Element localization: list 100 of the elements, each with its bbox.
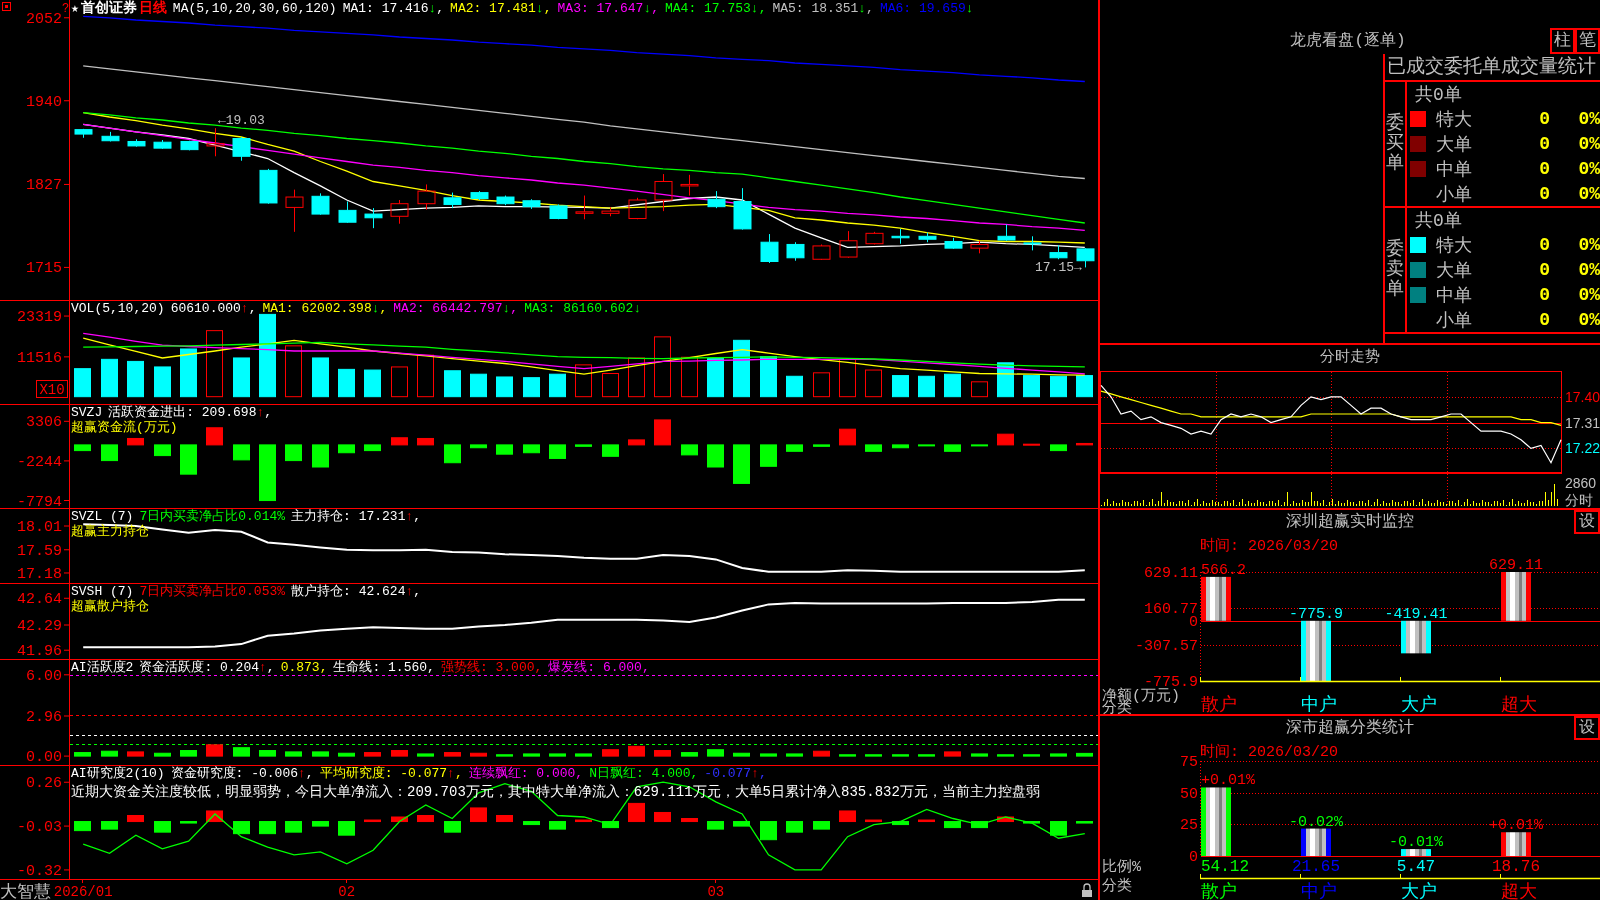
activity-bar (602, 749, 619, 757)
fund-flow-bar (285, 444, 302, 462)
research-bar (918, 819, 935, 823)
research-bar (1023, 821, 1040, 824)
candlestick (443, 192, 462, 209)
axis-title: 分类 (1102, 878, 1132, 895)
chart-mode-button[interactable]: 笔 (1575, 28, 1600, 54)
volume-bar (417, 354, 434, 398)
settings-button[interactable]: 设 (1574, 510, 1600, 534)
order-share: 0% (1578, 183, 1600, 204)
research-bar (839, 810, 856, 823)
indicator-title: 超赢散户持仓 (71, 599, 149, 614)
help-icon[interactable]: ? (62, 2, 70, 16)
bar (1501, 832, 1531, 856)
bar (1301, 828, 1331, 856)
order-count: 0 (1539, 158, 1550, 179)
research-bar (549, 821, 566, 830)
order-share: 0% (1578, 309, 1600, 330)
group-label: 委卖单 (1386, 240, 1404, 300)
indicator-label: MA3: 86160.602 (524, 301, 634, 316)
research-bar (575, 819, 592, 823)
indicator-label: MA1: 62002.398 (262, 301, 372, 316)
category-label: 散户 (1201, 695, 1237, 714)
volume-bar (364, 369, 381, 398)
axis-unit-label: X10 (39, 382, 65, 398)
activity-bar (285, 751, 302, 757)
candlestick (865, 231, 884, 245)
order-share: 0% (1578, 234, 1600, 255)
candlestick (496, 195, 515, 206)
settings-button[interactable]: 设 (1574, 716, 1600, 740)
fund-flow-bar (865, 444, 882, 452)
research-bar (786, 821, 803, 833)
activity-bar (1023, 754, 1040, 757)
indicator-label: 散户持仓: 42.624 (291, 584, 406, 599)
indicator-label: 连续飘红: 0.000, (468, 766, 584, 781)
date-label: 2026/01 (53, 884, 113, 900)
lock-icon[interactable] (1082, 883, 1092, 897)
axis-label: 0.26 (26, 775, 62, 793)
indicator-label: 60610.000 (170, 301, 241, 316)
axis-label: 2.96 (26, 709, 62, 726)
volume-bar (391, 366, 408, 398)
fund-flow-bar (760, 444, 777, 467)
volume-bar (813, 372, 830, 398)
axis-label: 1940 (26, 93, 62, 111)
candlestick (733, 187, 752, 231)
indicator-label: SVZJ (71, 405, 103, 420)
activity-bar (786, 753, 803, 757)
activity-bar (101, 750, 118, 757)
bar (1401, 849, 1431, 856)
order-count: 0 (1539, 309, 1550, 330)
axis-label: 17.40 (1565, 388, 1600, 405)
value-label: 18.76 (1492, 858, 1540, 876)
change-label: -0.01% (1389, 834, 1443, 852)
candlestick (812, 243, 831, 261)
order-count: 0 (1539, 108, 1550, 129)
candlestick (232, 136, 251, 162)
activity-bar (364, 752, 381, 757)
order-share: 0% (1578, 158, 1600, 179)
activity-bar (733, 752, 750, 757)
axis-label: 3306 (26, 414, 62, 432)
fund-flow-bar (154, 444, 171, 457)
fund-flow-bar (338, 444, 355, 454)
order-count: 0 (1539, 133, 1550, 154)
order-share: 0% (1578, 284, 1600, 305)
indicator-label: VOL(5,10,20) (71, 301, 165, 316)
volume-label: 2860 (1565, 475, 1597, 491)
volume-bar (127, 360, 144, 398)
volume-bar (997, 362, 1014, 398)
candlestick (997, 223, 1016, 242)
category-label: 中户 (1301, 882, 1337, 900)
volume-bar (786, 375, 803, 398)
fund-flow-bar (654, 419, 671, 446)
volume-bar (628, 357, 645, 398)
stock-name: 首创证券 (80, 1, 137, 16)
trend-arrow: ↓ (633, 301, 642, 316)
candlestick (707, 190, 726, 209)
candlestick (311, 192, 330, 216)
order-type: 特大 (1436, 108, 1473, 131)
research-bar (654, 811, 671, 823)
order-count: 0 (1539, 284, 1550, 305)
activity-bar (681, 752, 698, 757)
chart-mode-button[interactable]: 柱 (1550, 28, 1575, 54)
axis-label: 42.29 (17, 618, 62, 635)
activity-bar (523, 753, 540, 757)
change-label: +0.01% (1489, 817, 1543, 835)
volume-bar (496, 376, 513, 398)
fund-flow-bar (127, 437, 144, 446)
time-label: 时间: 2026/03/20 (1200, 538, 1339, 555)
candlestick (206, 127, 225, 157)
candlestick (1049, 244, 1068, 260)
candlestick (944, 237, 963, 250)
price-annotation: ←19.03 (217, 113, 265, 129)
fund-flow-bar (233, 444, 250, 461)
period-label: 日线 (138, 1, 167, 16)
time-label: 时间: 2026/03/20 (1200, 744, 1339, 761)
indicator-title: 超赢资金流(万元) (71, 420, 178, 435)
candlestick (891, 228, 910, 245)
activity-bar (233, 747, 250, 757)
trend-arrow: ↓, (502, 301, 519, 316)
axis-label: 1715 (26, 260, 62, 278)
